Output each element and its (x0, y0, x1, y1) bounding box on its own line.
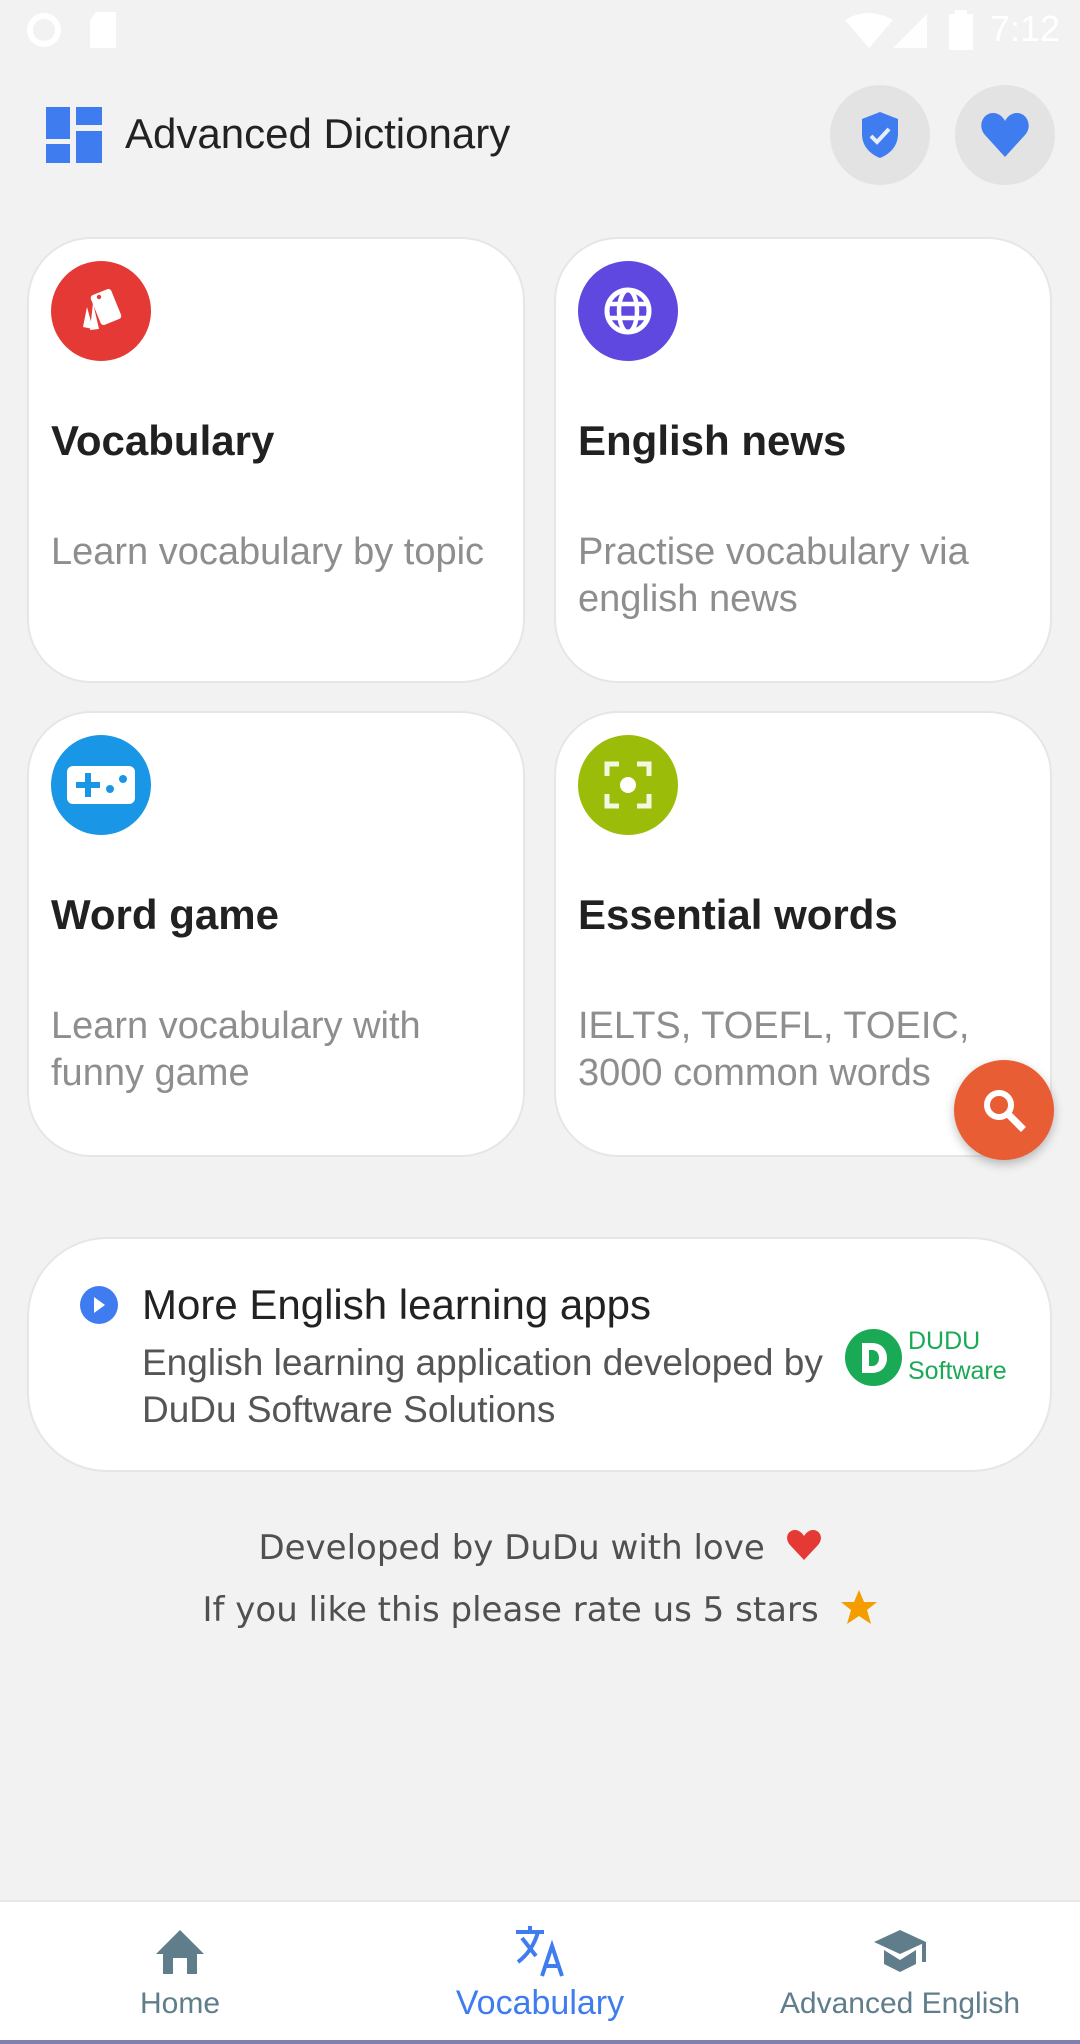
card-title: Vocabulary (51, 417, 275, 464)
word-game-card[interactable]: Word game Learn vocabulary with funny ga… (27, 711, 525, 1157)
more-apps-card[interactable]: More English learning apps English learn… (27, 1237, 1052, 1472)
privacy-button[interactable] (830, 85, 930, 185)
nav-label: Advanced English (779, 1987, 1021, 2020)
nav-label: Vocabulary (455, 1984, 625, 2022)
footer-rate-line: If you like this please rate us 5 stars (0, 1589, 1080, 1634)
promo-subtitle: English learning application developed b… (142, 1342, 823, 1430)
footer-rate-text: If you like this please rate us 5 stars (202, 1590, 819, 1630)
card-subtitle: Learn vocabulary with funny game (51, 1005, 421, 1094)
star-icon[interactable] (840, 1589, 878, 1634)
dudu-software-logo: DUDU Software (845, 1327, 1045, 1389)
nav-home[interactable]: Home (60, 1902, 300, 2042)
shield-check-icon (862, 112, 898, 158)
status-time: 7:12 (989, 8, 1060, 49)
footer-love-text: Developed by DuDu with love (258, 1528, 765, 1568)
app-title: Advanced Dictionary (125, 110, 511, 157)
card-title: Word game (51, 891, 279, 938)
nav-label: Home (139, 1987, 221, 2020)
dudu-logo-mark (845, 1329, 902, 1386)
promo-title: More English learning apps (142, 1281, 651, 1328)
graduation-cap-icon (874, 1930, 926, 1972)
battery-icon (949, 10, 973, 50)
nav-advanced-english[interactable]: Advanced English (760, 1902, 1040, 2042)
card-subtitle: Learn vocabulary by topic (51, 531, 485, 573)
wifi-icon (845, 13, 893, 48)
circle-notification-icon (27, 13, 61, 47)
logo-text-line2: Software (908, 1357, 1007, 1385)
home-icon (156, 1930, 204, 1974)
red-heart-icon (786, 1529, 822, 1570)
favorites-button[interactable] (955, 85, 1055, 185)
footer-love-line: Developed by DuDu with love (0, 1528, 1080, 1570)
search-fab[interactable] (954, 1060, 1054, 1160)
heart-icon (981, 113, 1029, 157)
status-bar: 7:12 (0, 0, 1080, 60)
globe-icon (578, 261, 678, 361)
sd-card-icon (90, 12, 116, 48)
card-subtitle: Practise vocabulary via english news (578, 531, 969, 620)
focus-center-icon (578, 735, 678, 835)
card-title: Essential words (578, 891, 898, 938)
search-icon (984, 1090, 1026, 1132)
gamepad-icon (51, 735, 151, 835)
signal-icon (893, 14, 927, 48)
english-news-card[interactable]: English news Practise vocabulary via eng… (554, 237, 1052, 683)
nav-bottom-divider (0, 2040, 1080, 2044)
card-title: English news (578, 417, 847, 464)
app-bar: Advanced Dictionary (0, 80, 1080, 190)
vocabulary-card[interactable]: Vocabulary Learn vocabulary by topic (27, 237, 525, 683)
play-circle-icon (80, 1286, 118, 1324)
bottom-nav: Home Vocabulary Advanced English (0, 1900, 1080, 2044)
flashcards-icon (51, 261, 151, 361)
nav-vocabulary[interactable]: Vocabulary (420, 1902, 660, 2042)
dashboard-grid-icon (46, 107, 102, 163)
logo-text-line1: DUDU (908, 1327, 981, 1355)
translate-icon (516, 1926, 564, 1977)
